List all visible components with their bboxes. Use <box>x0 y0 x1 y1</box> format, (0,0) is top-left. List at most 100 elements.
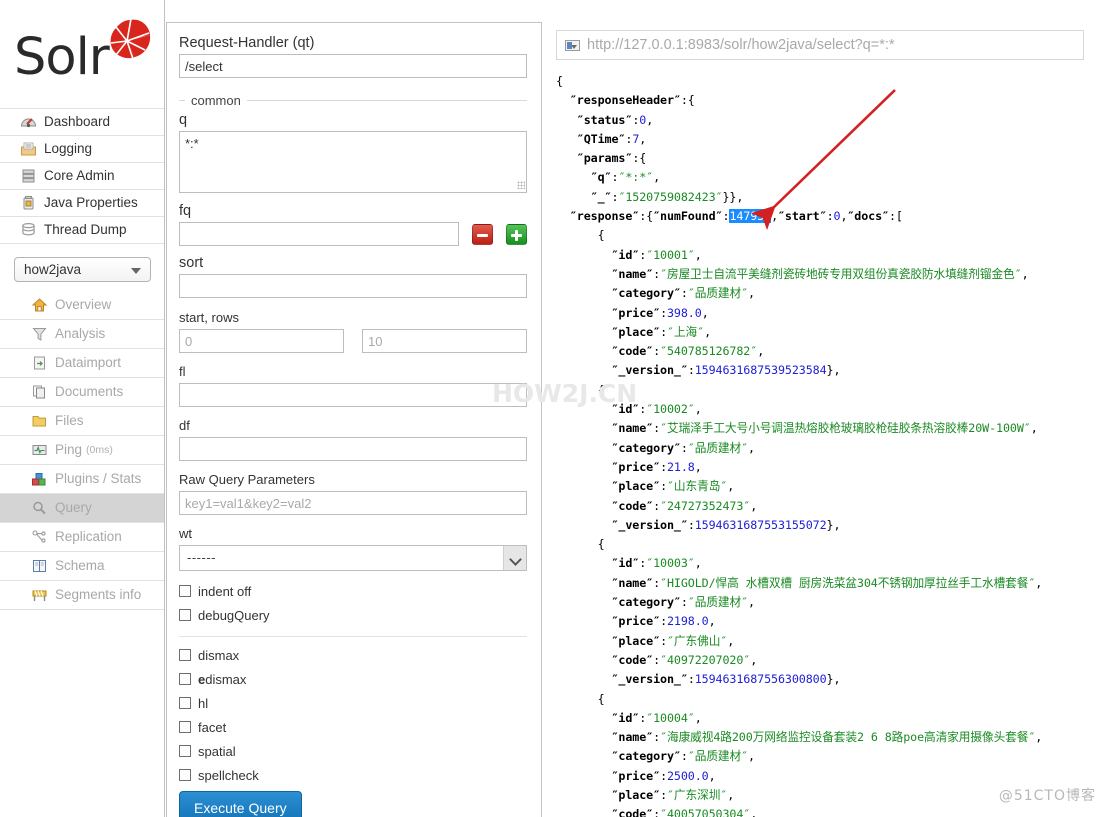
sidebar-item-java-properties[interactable]: Java Properties <box>0 190 164 217</box>
sidebar-item-label: Plugins / Stats <box>55 471 142 487</box>
sidebar-item-schema[interactable]: Schema <box>0 552 164 581</box>
sidebar-item-label: Analysis <box>55 326 106 342</box>
sidebar-item-label: Schema <box>55 558 105 574</box>
solr-burst-logo-icon <box>110 18 151 60</box>
documents-icon <box>31 384 48 400</box>
divider <box>179 636 527 637</box>
thread-dump-icon <box>20 222 37 238</box>
checkbox-hl[interactable]: hl <box>179 691 527 715</box>
sidebar-item-analysis[interactable]: Analysis <box>0 320 164 349</box>
sidebar-item-core-admin[interactable]: Core Admin <box>0 163 164 190</box>
checkbox-box[interactable] <box>179 609 191 621</box>
query-magnifier-icon <box>31 500 48 516</box>
sidebar-item-files[interactable]: Files <box>0 407 164 436</box>
plus-icon[interactable] <box>506 223 527 245</box>
sort-input[interactable] <box>179 274 527 298</box>
checkbox-box[interactable] <box>179 745 191 757</box>
checkbox-label: spellcheck <box>198 767 259 783</box>
checkbox-indent-off[interactable]: indent off <box>179 579 527 603</box>
sidebar-item-label: Java Properties <box>44 195 138 211</box>
fq-input[interactable] <box>179 222 460 246</box>
checkbox-label: dismax <box>205 671 247 687</box>
checkbox-label: spatial <box>198 743 236 759</box>
sidebar-item-label: Dashboard <box>44 114 111 130</box>
df-label: df <box>179 418 190 433</box>
checkbox-label: hl <box>198 695 209 711</box>
sidebar-item-thread-dump[interactable]: Thread Dump <box>0 217 164 244</box>
sidebar: Solr Dashboard Logging Core Admin Java P… <box>0 0 165 817</box>
core-admin-icon <box>20 168 37 184</box>
global-nav: Dashboard Logging Core Admin Java Proper… <box>0 108 164 244</box>
analysis-funnel-icon <box>31 326 48 342</box>
sidebar-item-plugins-stats[interactable]: Plugins / Stats <box>0 465 164 494</box>
sidebar-item-dashboard[interactable]: Dashboard <box>0 109 164 136</box>
start-rows-row <box>179 329 527 353</box>
request-handler-label: Request-Handler (qt) <box>179 35 315 51</box>
segments-info-icon <box>31 587 48 603</box>
result-url: http://127.0.0.1:8983/solr/how2java/sele… <box>587 37 895 53</box>
minus-icon[interactable] <box>472 223 494 245</box>
sidebar-item-label: Dataimport <box>55 355 122 371</box>
dashboard-icon <box>20 114 37 130</box>
core-nav: Overview Analysis Dataimport Documents F… <box>0 291 164 610</box>
common-fieldset: common <box>179 93 527 108</box>
start-input[interactable] <box>179 329 344 353</box>
checkbox-facet[interactable]: facet <box>179 715 527 739</box>
schema-book-icon <box>31 558 48 574</box>
checkbox-edismax[interactable]: e dismax <box>179 667 527 691</box>
checkbox-label: indent off <box>198 583 252 599</box>
wt-select[interactable]: ------ <box>179 545 527 571</box>
checkbox-box[interactable] <box>179 585 191 597</box>
df-input[interactable] <box>179 437 527 461</box>
checkbox-spellcheck[interactable]: spellcheck <box>179 763 527 787</box>
sidebar-item-logging[interactable]: Logging <box>0 136 164 163</box>
sidebar-item-label: Files <box>55 413 84 429</box>
sidebar-item-label: Logging <box>44 141 93 157</box>
core-selector[interactable]: how2java <box>14 257 151 282</box>
sidebar-item-query[interactable]: Query <box>0 494 164 523</box>
checkbox-box[interactable] <box>179 697 191 709</box>
sidebar-item-overview[interactable]: Overview <box>0 291 164 320</box>
raw-query-parameters-input[interactable] <box>179 491 527 515</box>
result-url-bar[interactable]: http://127.0.0.1:8983/solr/how2java/sele… <box>556 30 1084 60</box>
primary-checkbox-group: indent off debugQuery <box>179 579 527 627</box>
ping-latency: (0ms) <box>86 444 113 456</box>
core-selector-value: how2java <box>24 262 82 277</box>
checkbox-spatial[interactable]: spatial <box>179 739 527 763</box>
sidebar-item-ping[interactable]: Ping (0ms) <box>0 436 164 465</box>
rows-input[interactable] <box>362 329 527 353</box>
checkbox-box[interactable] <box>179 673 191 685</box>
sidebar-item-label: Segments info <box>55 587 142 603</box>
plugins-blocks-icon <box>31 471 48 487</box>
raw-query-parameters-label: Raw Query Parameters <box>179 472 315 487</box>
sort-label: sort <box>179 255 204 271</box>
checkbox-box[interactable] <box>179 769 191 781</box>
sidebar-item-label: Query <box>55 500 92 516</box>
result-panel: http://127.0.0.1:8983/solr/how2java/sele… <box>556 30 1110 817</box>
sidebar-item-label: Core Admin <box>44 168 115 184</box>
checkbox-label-prefix: e <box>198 671 206 687</box>
wt-select-wrap: ------ <box>179 545 527 571</box>
sidebar-item-label: Replication <box>55 529 122 545</box>
execute-query-button[interactable]: Execute Query <box>179 791 302 817</box>
sidebar-item-segments-info[interactable]: Segments info <box>0 581 164 610</box>
sidebar-item-dataimport[interactable]: Dataimport <box>0 349 164 378</box>
checkbox-debugquery[interactable]: debugQuery <box>179 603 527 627</box>
start-rows-label: start, rows <box>179 310 239 325</box>
solr-admin-window: Solr Dashboard Logging Core Admin Java P… <box>0 0 1110 817</box>
page-dropdown-icon[interactable] <box>565 39 580 51</box>
sidebar-item-replication[interactable]: Replication <box>0 523 164 552</box>
files-folder-icon <box>31 413 48 429</box>
fl-input[interactable] <box>179 383 527 407</box>
checkbox-label: dismax <box>198 647 240 663</box>
core-selector-wrap: how2java <box>0 244 164 291</box>
checkbox-box[interactable] <box>179 649 191 661</box>
common-legend: common <box>191 93 241 108</box>
q-input[interactable]: *:* <box>179 131 527 193</box>
request-handler-input[interactable] <box>179 54 527 78</box>
checkbox-box[interactable] <box>179 721 191 733</box>
sidebar-item-documents[interactable]: Documents <box>0 378 164 407</box>
checkbox-dismax[interactable]: dismax <box>179 643 527 667</box>
solr-logo[interactable]: Solr <box>0 0 164 108</box>
json-response-output: { ″responseHeader″:{ ″status″:0, ″QTime″… <box>556 74 1043 817</box>
